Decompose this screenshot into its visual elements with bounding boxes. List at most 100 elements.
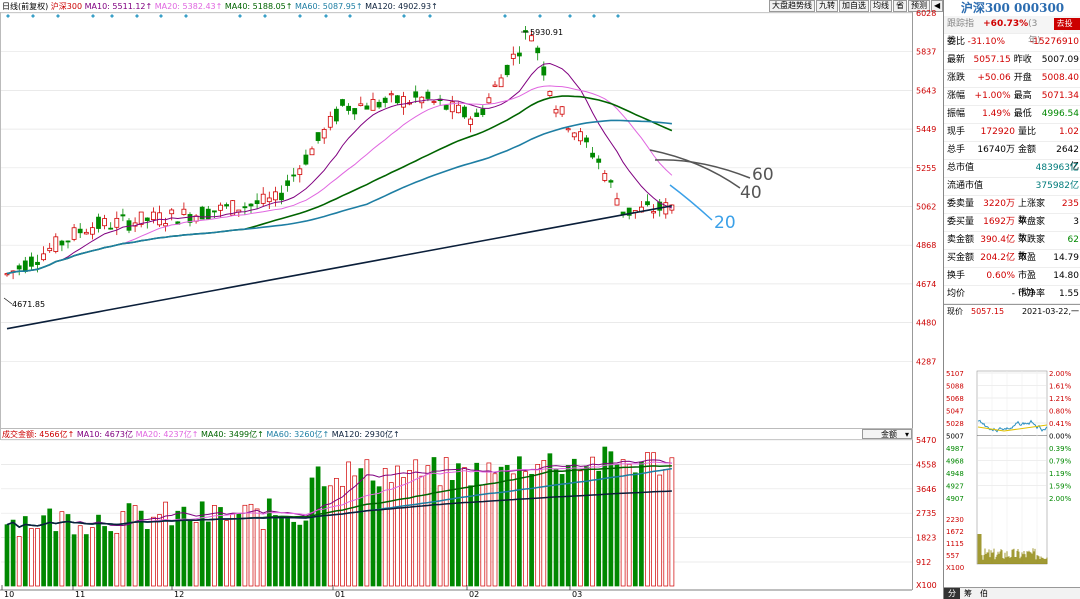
row-label: 振幅 — [947, 109, 966, 119]
row-label-2: 市盈(动) — [1018, 271, 1037, 298]
candle-body — [138, 211, 144, 225]
volume-bar — [41, 515, 46, 587]
volume-bar — [370, 480, 376, 587]
tracking-value: +60.73% — [983, 19, 1029, 29]
signal-marker — [31, 14, 35, 18]
candle-body — [474, 112, 480, 117]
candle-body — [53, 236, 59, 252]
mini-left-tick: 5088 — [946, 383, 964, 391]
volume-bar — [327, 485, 333, 587]
candle-body — [571, 132, 577, 138]
candle-body — [205, 208, 211, 220]
candle-body — [388, 93, 394, 96]
volume-bar — [407, 470, 412, 587]
volume-bar — [492, 473, 498, 587]
cap-label: 总市值 — [947, 163, 975, 173]
candle-body — [614, 198, 620, 206]
row-label-2: 金额 — [1018, 145, 1037, 155]
candle-body — [114, 217, 120, 228]
signal-marker — [159, 14, 163, 18]
candle-body — [297, 168, 303, 175]
row-label-2: 最低 — [1013, 109, 1032, 119]
volume-bar — [584, 466, 589, 587]
vol-ma10-label: MA10: 4673亿 — [76, 430, 134, 439]
row-value-2: 1.02 — [1058, 127, 1079, 137]
volume-bar — [364, 459, 370, 587]
invest-button[interactable]: 去投资 — [1053, 18, 1080, 40]
volume-tick-label: 4558 — [916, 460, 936, 469]
mini-left-tick: 4987 — [946, 445, 964, 453]
ma20-tag: 20 — [714, 213, 736, 233]
volume-bar — [663, 468, 669, 587]
signal-marker — [324, 14, 328, 18]
mini-vol-tick: X100 — [946, 564, 964, 572]
row-label-2: 市盈 — [1018, 253, 1037, 263]
candle-body — [47, 247, 53, 252]
candle-body — [358, 103, 364, 106]
kline-chart-area[interactable]: 日线(前复权) 沪深300 MA10: 5511.12↑ MA20: 5382.… — [0, 0, 957, 599]
price-tick-label: 5062 — [916, 203, 936, 212]
row-value-2: 14.80 — [1053, 271, 1079, 281]
volume-bar — [553, 468, 559, 587]
cap-row: 总市值 483963亿 — [944, 160, 1080, 178]
volume-bar — [559, 474, 565, 587]
candle-body — [559, 106, 565, 115]
tab-chips[interactable]: 筹 — [960, 588, 976, 599]
quote-row: 振幅 1.49% 最低 4996.54 — [944, 106, 1080, 124]
candle-body — [419, 96, 425, 104]
volume-bar — [669, 457, 675, 587]
candle-body — [468, 118, 474, 125]
volume-bar — [498, 466, 504, 587]
row-value-2: -15276910 — [1029, 37, 1079, 47]
candle-body — [376, 101, 382, 108]
volume-bar — [352, 475, 358, 587]
volume-bar — [224, 520, 229, 587]
volume-bar — [16, 536, 22, 587]
volume-bar — [334, 477, 339, 587]
candle-body — [22, 260, 28, 272]
candle-body — [35, 261, 40, 265]
volume-bar — [529, 473, 534, 587]
volume-type-dropdown[interactable]: 金额 ▾ — [862, 429, 912, 439]
signal-marker — [135, 14, 139, 18]
mini-right-tick: 0.00% — [1049, 433, 1072, 441]
volume-type-value: 金额 — [881, 430, 897, 439]
volume-bar — [230, 513, 236, 587]
volume-bar — [547, 453, 553, 587]
volume-bar — [614, 464, 620, 587]
price-tick-label: 4480 — [916, 319, 936, 328]
signal-marker — [238, 14, 242, 18]
volume-bar — [486, 462, 492, 587]
tab-bo[interactable]: 伯 — [976, 588, 992, 599]
volume-bar — [144, 529, 150, 587]
candle-body — [291, 174, 297, 177]
candle-body — [413, 91, 419, 98]
price-axis: 6028 5837 5643 5449 5255 5062 4868 4674 4480 4287 — [916, 9, 936, 366]
candle-body — [431, 101, 437, 103]
signal-marker — [616, 14, 620, 18]
signal-marker — [298, 14, 302, 18]
row-value: 0.60% — [986, 271, 1015, 281]
intraday-mini-chart[interactable]: 5107 5088 5068 5047 5028 5007 4987 4968 4948 4927… — [944, 369, 1080, 594]
tracking-label: 跟踪指数 — [947, 19, 975, 46]
signal-marker — [592, 14, 596, 18]
volume-bar — [541, 460, 547, 587]
volume-bar — [443, 457, 449, 587]
volume-bar — [340, 485, 345, 587]
volume-bar — [608, 451, 614, 587]
candle-body — [150, 211, 156, 220]
mini-left-tick: 5047 — [946, 408, 964, 416]
price-tick-label: 4868 — [916, 241, 936, 250]
volume-bar — [620, 459, 626, 587]
tab-minute[interactable]: 分 — [944, 588, 960, 599]
volume-bar — [260, 529, 266, 587]
volume-tick-label: 3646 — [916, 485, 936, 494]
time-tick-label: 01 — [335, 590, 345, 599]
quote-row: 委买量 1692万 平盘家数 3 — [944, 214, 1080, 244]
candle-body — [181, 208, 187, 215]
row-value-2: 5007.09 — [1041, 55, 1079, 65]
volume-bar — [114, 532, 120, 587]
volume-bar — [273, 515, 278, 587]
volume-bar — [535, 464, 541, 587]
candle-body — [565, 128, 571, 131]
